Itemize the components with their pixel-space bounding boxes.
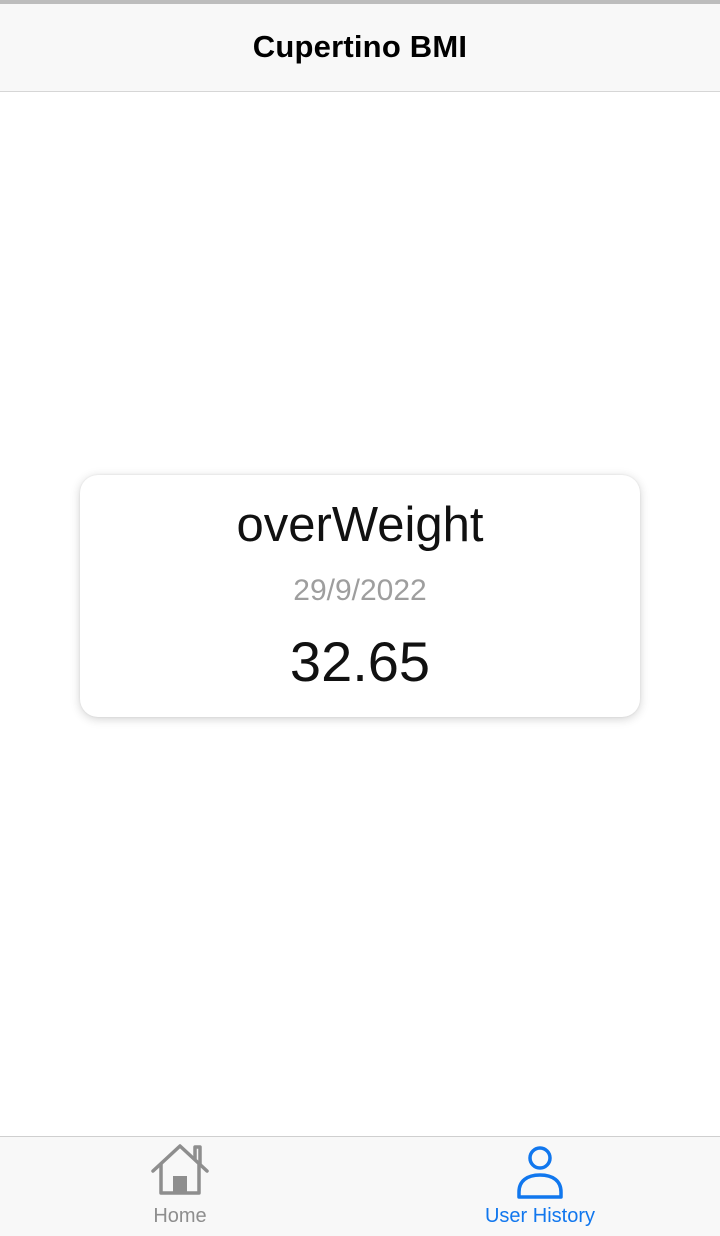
tab-user-history-label: User History bbox=[484, 1205, 595, 1227]
navigation-bar: Cupertino BMI bbox=[0, 4, 720, 92]
app-screen: Cupertino BMI overWeight 29/9/2022 32.65… bbox=[0, 0, 720, 1236]
person-icon bbox=[517, 1146, 563, 1199]
bmi-category-label: overWeight bbox=[236, 498, 484, 552]
bottom-tab-bar: Home User History bbox=[0, 1136, 720, 1236]
bmi-history-card: overWeight 29/9/2022 32.65 bbox=[80, 475, 640, 717]
record-date: 29/9/2022 bbox=[293, 574, 427, 607]
tab-user-history[interactable]: User History bbox=[360, 1137, 720, 1236]
tab-home-label: Home bbox=[153, 1205, 207, 1227]
page-title: Cupertino BMI bbox=[252, 28, 468, 64]
tab-home[interactable]: Home bbox=[0, 1137, 360, 1236]
bmi-value: 32.65 bbox=[289, 630, 431, 693]
home-icon bbox=[151, 1144, 209, 1195]
